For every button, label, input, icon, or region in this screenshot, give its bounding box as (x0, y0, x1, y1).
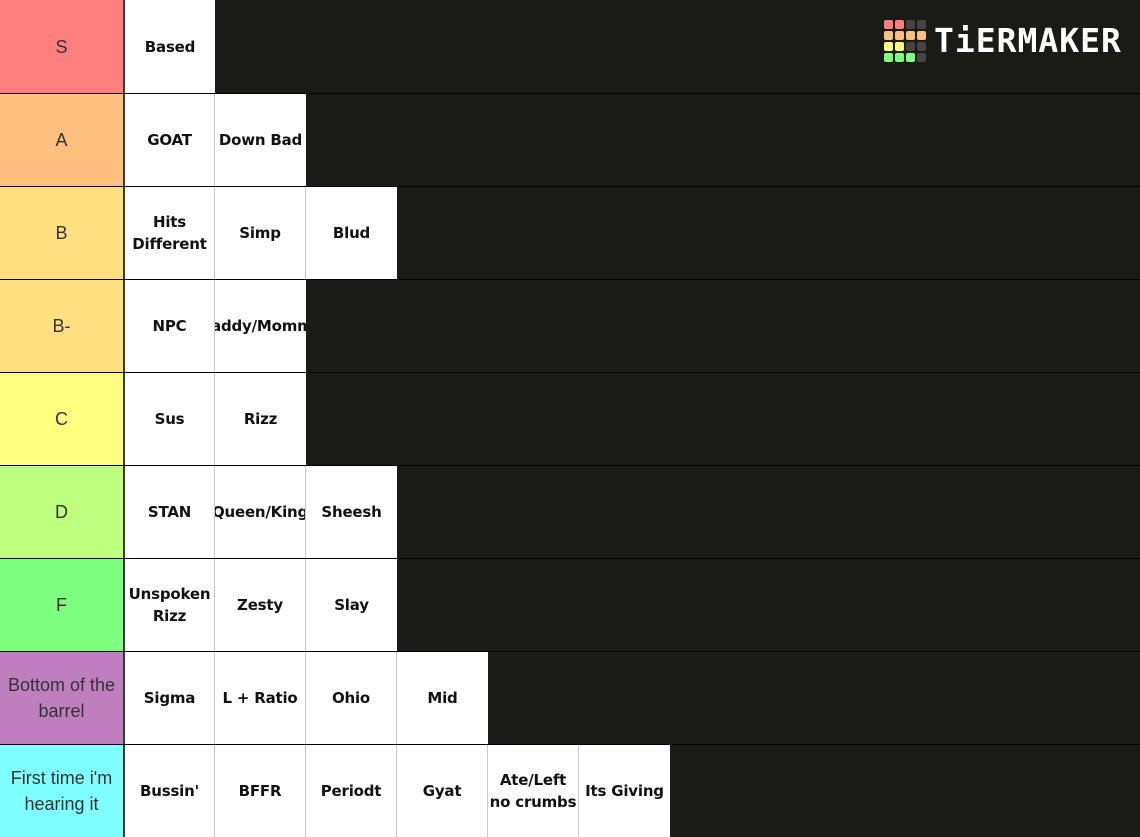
tier-item[interactable]: Hits Different (124, 187, 215, 279)
tier-item[interactable]: Daddy/Mommy (215, 280, 306, 372)
tier-list-board: S Based A GOAT Down Bad B Hits Different S… (0, 0, 1140, 837)
tier-row: Bottom of the barrel Sigma L + Ratio Ohio M… (0, 652, 1140, 744)
tier-label[interactable]: A (0, 94, 124, 186)
tier-label[interactable]: B (0, 187, 124, 279)
tier-items: GOAT Down Bad (124, 94, 306, 186)
tier-empty-area (306, 94, 1140, 186)
tier-item[interactable]: Its Giving (579, 745, 670, 837)
tier-row: C Sus Rizz (0, 373, 1140, 465)
tier-items: Based (124, 0, 215, 93)
logo-square (906, 42, 915, 51)
tier-empty-area (670, 745, 1140, 837)
tier-items: Bussin' BFFR Periodt Gyat Ate/Left no crumbs… (124, 745, 670, 837)
tier-row: F Unspoken Rizz Zesty Slay (0, 559, 1140, 651)
tier-item[interactable]: Zesty (215, 559, 306, 651)
tier-item[interactable]: Down Bad (215, 94, 306, 186)
tier-items: STAN Queen/King Sheesh (124, 466, 397, 558)
tiermaker-logo[interactable]: TiERMAKER (884, 20, 1122, 62)
tier-item[interactable]: Slay (306, 559, 397, 651)
tier-empty-area (306, 373, 1140, 465)
tier-item[interactable]: GOAT (124, 94, 215, 186)
tier-item[interactable]: Mid (397, 652, 488, 744)
tier-item[interactable]: L + Ratio (215, 652, 306, 744)
tier-items: NPCDaddy/Mommy (124, 280, 306, 372)
logo-square (917, 31, 926, 40)
logo-square (884, 31, 893, 40)
logo-square (884, 20, 893, 29)
tier-empty-area (397, 187, 1140, 279)
tier-label[interactable]: B- (0, 280, 124, 372)
tier-empty-area (397, 559, 1140, 651)
tier-item[interactable]: Ohio (306, 652, 397, 744)
tier-label[interactable]: Bottom of the barrel (0, 652, 124, 744)
tier-item[interactable]: Simp (215, 187, 306, 279)
tier-row: A GOAT Down Bad (0, 94, 1140, 186)
tier-row: B- NPCDaddy/Mommy (0, 280, 1140, 372)
tier-label[interactable]: S (0, 0, 124, 93)
tier-empty-area (397, 466, 1140, 558)
logo-text: TiERMAKER (934, 21, 1122, 60)
tier-items: Sus Rizz (124, 373, 306, 465)
logo-square (895, 20, 904, 29)
logo-square (906, 20, 915, 29)
logo-square (895, 42, 904, 51)
tier-item[interactable]: Bussin' (124, 745, 215, 837)
tier-item[interactable]: Ate/Left no crumbs (488, 745, 579, 837)
tier-row: First time i'm hearing it Bussin' BFFR Per… (0, 745, 1140, 837)
tier-item[interactable]: STAN (124, 466, 215, 558)
tier-items: Unspoken Rizz Zesty Slay (124, 559, 397, 651)
tier-item[interactable]: Periodt (306, 745, 397, 837)
tier-empty-area (488, 652, 1140, 744)
tier-item[interactable]: Unspoken Rizz (124, 559, 215, 651)
logo-square (906, 31, 915, 40)
tier-item[interactable]: Sus (124, 373, 215, 465)
tier-label[interactable]: F (0, 559, 124, 651)
logo-grid-icon (884, 20, 926, 62)
tier-label[interactable]: C (0, 373, 124, 465)
logo-square (884, 53, 893, 62)
tier-item[interactable]: Gyat (397, 745, 488, 837)
tier-items: Hits Different Simp Blud (124, 187, 397, 279)
logo-square (917, 20, 926, 29)
tier-item[interactable]: NPC (124, 280, 215, 372)
tier-item[interactable]: Sheesh (306, 466, 397, 558)
logo-square (906, 53, 915, 62)
tier-empty-area (306, 280, 1140, 372)
logo-square (917, 53, 926, 62)
tier-items: Sigma L + Ratio Ohio Mid (124, 652, 488, 744)
tier-row: D STAN Queen/King Sheesh (0, 466, 1140, 558)
logo-square (917, 42, 926, 51)
tier-item[interactable]: Rizz (215, 373, 306, 465)
tier-item[interactable]: Blud (306, 187, 397, 279)
tier-item[interactable]: Sigma (124, 652, 215, 744)
tier-row: B Hits Different Simp Blud (0, 187, 1140, 279)
tier-item[interactable]: Based (124, 0, 215, 93)
logo-square (895, 31, 904, 40)
tier-item[interactable]: BFFR (215, 745, 306, 837)
tier-label[interactable]: First time i'm hearing it (0, 745, 124, 837)
logo-square (895, 53, 904, 62)
logo-square (884, 42, 893, 51)
tier-item[interactable]: Queen/King (215, 466, 306, 558)
tier-label[interactable]: D (0, 466, 124, 558)
